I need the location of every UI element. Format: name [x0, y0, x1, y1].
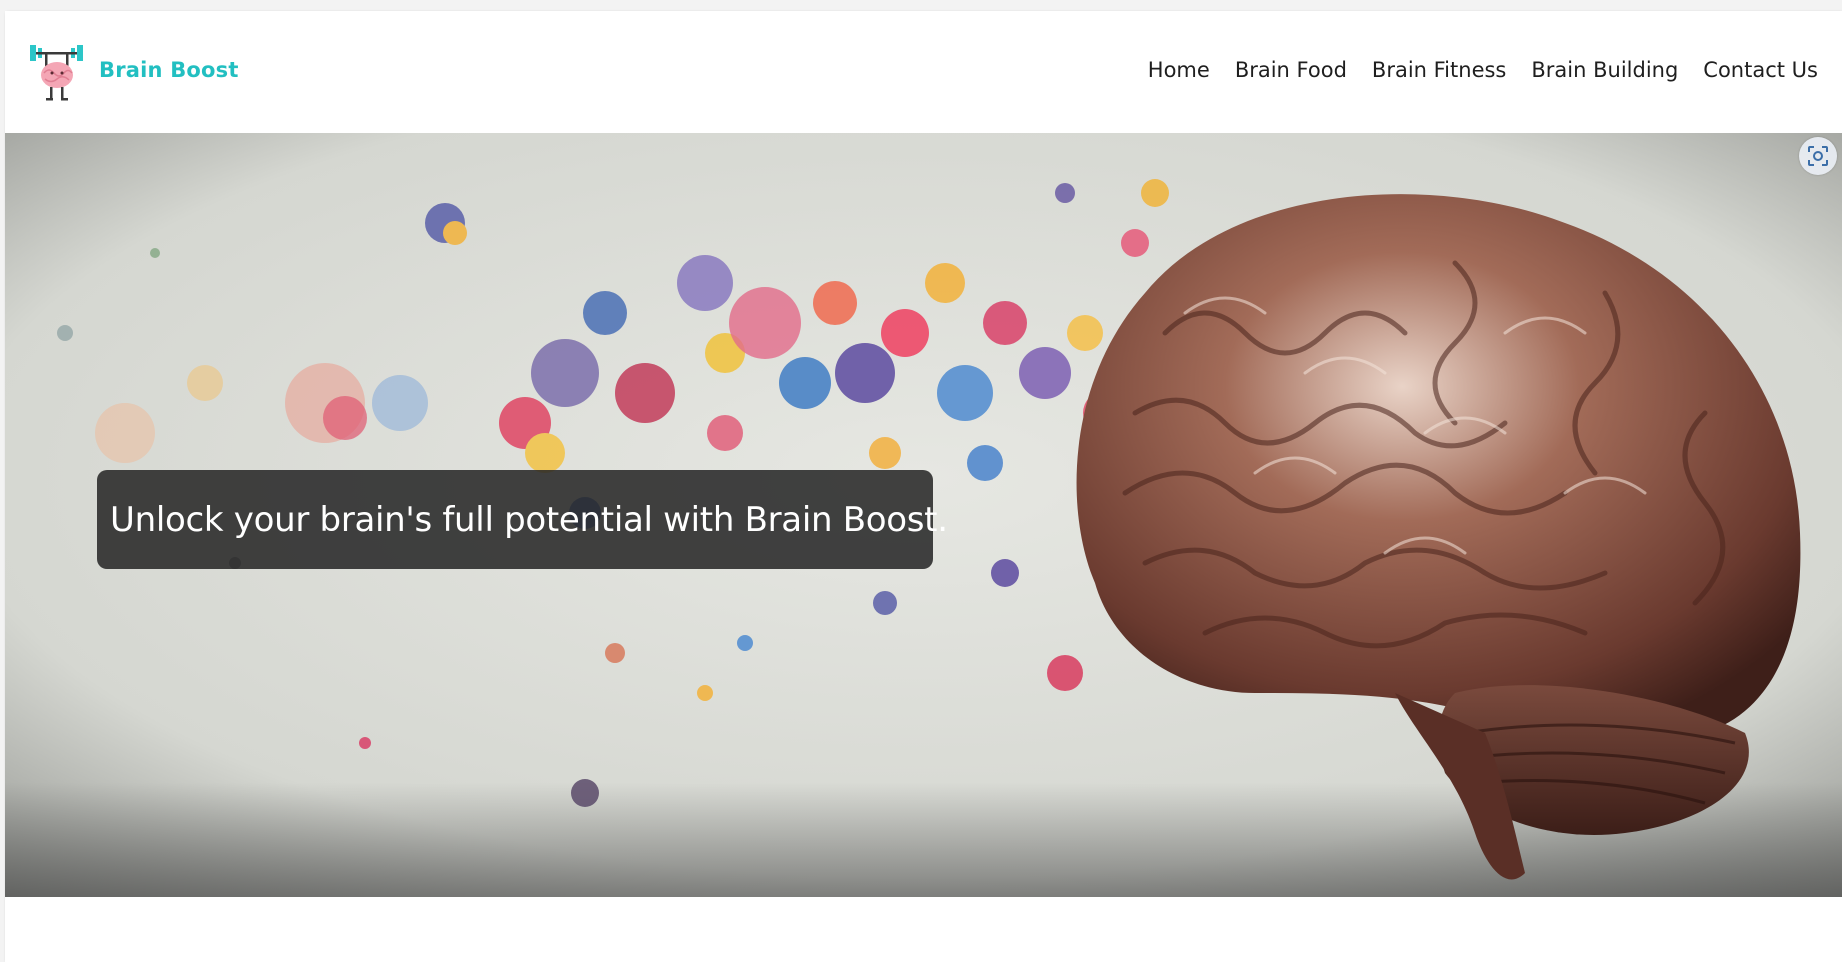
dumbbell-brain-logo-icon[interactable] [27, 42, 87, 102]
nav-contact-us-link[interactable]: Contact Us [1703, 58, 1818, 82]
site-header: Brain Boost Home Brain Food Brain Fitnes… [5, 11, 1842, 133]
nav-brain-food-link[interactable]: Brain Food [1235, 58, 1347, 82]
main-nav: Home Brain Food Brain Fitness Brain Buil… [1148, 58, 1818, 82]
hero-tagline-box: Unlock your brain's full potential with … [97, 470, 948, 569]
brand-name[interactable]: Brain Boost [99, 58, 239, 82]
visual-search-icon[interactable] [1799, 137, 1837, 175]
hero-tagline: Unlock your brain's full potential with … [110, 499, 948, 540]
hero-banner: Unlock your brain's full potential with … [5, 133, 1842, 897]
nav-brain-building-link[interactable]: Brain Building [1531, 58, 1678, 82]
nav-home-link[interactable]: Home [1148, 58, 1210, 82]
page: Brain Boost Home Brain Food Brain Fitnes… [5, 11, 1842, 962]
nav-brain-fitness-link[interactable]: Brain Fitness [1372, 58, 1506, 82]
